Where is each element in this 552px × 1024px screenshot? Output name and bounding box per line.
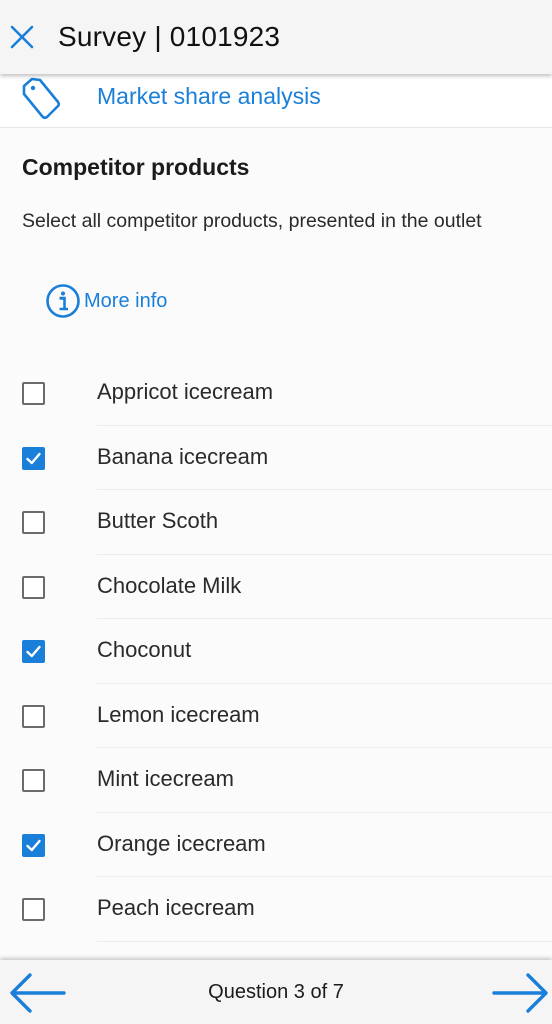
previous-question-button[interactable] — [6, 970, 68, 1021]
info-icon — [46, 284, 80, 318]
option-label: Orange icecream — [97, 830, 266, 856]
option-item[interactable]: Choconut — [0, 619, 552, 684]
next-question-button[interactable] — [490, 970, 552, 1021]
option-checkbox[interactable] — [22, 511, 45, 534]
option-checkbox[interactable] — [22, 769, 45, 792]
option-item[interactable]: Butter Scoth — [0, 490, 552, 555]
option-checkbox[interactable] — [22, 898, 45, 921]
option-label: Banana icecream — [97, 443, 269, 469]
option-item[interactable]: Peach icecream — [0, 877, 552, 942]
more-info-label: More info — [84, 289, 168, 312]
more-info-link[interactable]: More info — [45, 283, 167, 319]
question-progress: Question 3 of 7 — [208, 980, 344, 1003]
option-item[interactable]: Banana icecream — [0, 426, 552, 490]
option-checkbox[interactable] — [22, 833, 45, 857]
option-checkbox[interactable] — [22, 382, 45, 405]
checkmark-icon — [26, 839, 41, 851]
option-checkbox[interactable] — [22, 446, 45, 470]
option-label: Peach icecream — [97, 895, 255, 920]
option-label: Butter Scoth — [97, 508, 219, 533]
arrow-left-icon — [10, 973, 66, 1013]
category-label[interactable]: Market share analysis — [97, 83, 321, 110]
option-item[interactable]: Appricot icecream — [0, 361, 552, 426]
option-label: Mint icecream — [97, 766, 234, 791]
arrow-right-icon — [492, 973, 548, 1013]
option-label: Appricot icecream — [97, 379, 274, 404]
option-item[interactable]: Mint icecream — [0, 748, 552, 813]
option-label: Lemon icecream — [97, 701, 260, 727]
question-title: Competitor products — [22, 154, 250, 180]
option-label: Chocolate Milk — [97, 572, 242, 598]
question-description: Select all competitor products, presente… — [22, 210, 482, 232]
checkmark-icon — [26, 452, 41, 464]
close-icon — [10, 25, 34, 49]
option-checkbox[interactable] — [22, 640, 45, 663]
option-item[interactable]: Chocolate Milk — [0, 555, 552, 619]
survey-category: Market share analysis — [0, 74, 552, 128]
option-item[interactable]: Orange icecream — [0, 813, 552, 877]
divider — [97, 940, 552, 942]
app-header: Survey | 0101923 — [0, 0, 552, 74]
options-list: Appricot icecream Banana icecream Butter S… — [0, 361, 552, 942]
option-checkbox[interactable] — [22, 575, 45, 599]
option-label: Choconut — [97, 637, 192, 662]
checkmark-icon — [26, 645, 41, 658]
close-button[interactable] — [2, 17, 42, 57]
page-title: Survey | 0101923 — [58, 21, 281, 52]
question-navigation: Question 3 of 7 — [0, 960, 552, 1024]
tag-icon — [22, 77, 61, 120]
option-checkbox[interactable] — [22, 704, 45, 728]
option-item[interactable]: Lemon icecream — [0, 684, 552, 748]
